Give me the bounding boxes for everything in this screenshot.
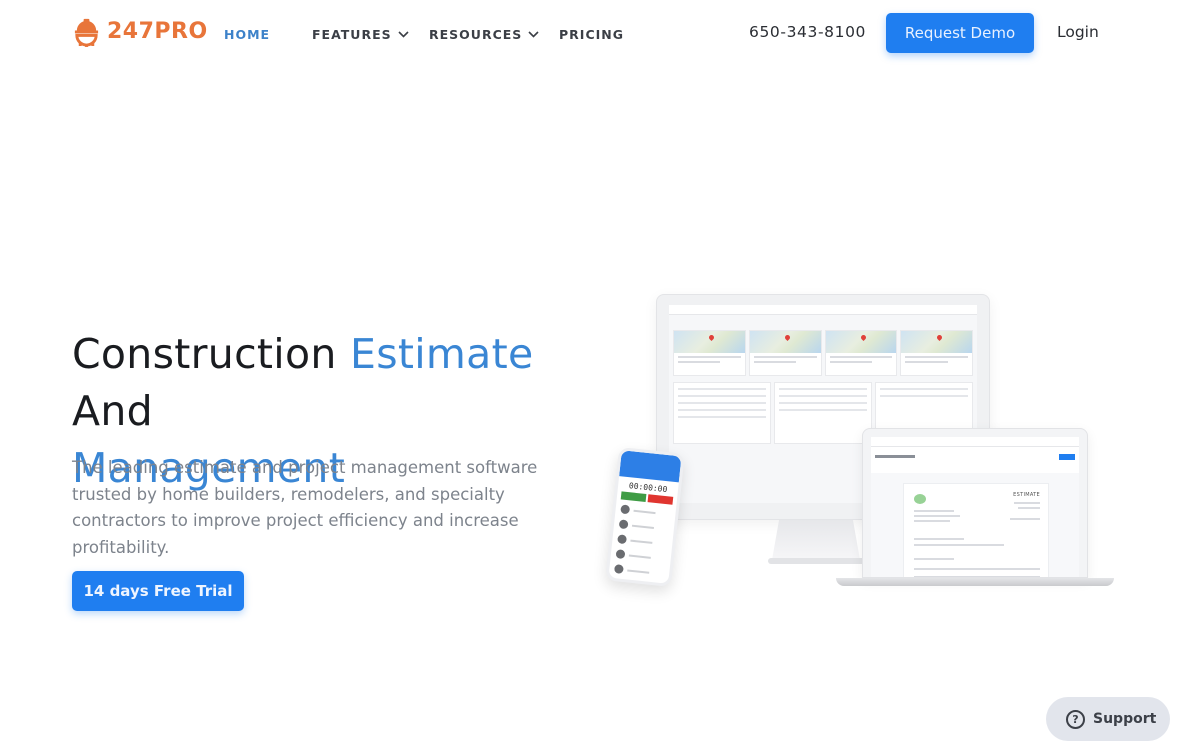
brand-name: 247PRO	[107, 19, 208, 44]
support-label: Support	[1093, 711, 1157, 727]
support-button[interactable]: ? Support	[1046, 697, 1170, 741]
question-circle-icon: ?	[1066, 709, 1085, 729]
map-pin-icon	[784, 333, 792, 342]
request-demo-button[interactable]: Request Demo	[886, 13, 1034, 53]
map-pin-icon	[935, 333, 943, 342]
laptop-mockup: ESTIMATE	[862, 428, 1088, 578]
estimate-summary-screenshot: ESTIMATE	[871, 437, 1079, 577]
brand-logo[interactable]: 247PRO	[72, 16, 208, 47]
headline-text: And	[72, 387, 153, 435]
estimate-document: ESTIMATE	[903, 483, 1049, 577]
avatar	[615, 549, 626, 560]
nav-home[interactable]: HOME	[224, 27, 270, 42]
map-pin-icon	[708, 333, 716, 342]
project-card	[748, 330, 822, 376]
nav-pricing-label: PRICING	[559, 27, 624, 42]
avatar	[613, 564, 624, 575]
headline-text: Construction	[72, 330, 350, 378]
mobile-phone-mockup: 00:00:00	[605, 446, 685, 588]
avatar	[617, 534, 627, 545]
nav-features[interactable]: FEATURES	[312, 27, 409, 42]
project-card	[900, 330, 973, 376]
chevron-down-icon	[398, 31, 409, 38]
nav-resources-label: RESOURCES	[429, 27, 523, 42]
estimate-doc-title: ESTIMATE	[1013, 492, 1040, 498]
free-trial-button[interactable]: 14 days Free Trial	[72, 571, 244, 611]
monitor-base	[768, 558, 868, 564]
avatar	[620, 504, 631, 515]
login-link[interactable]: Login	[1057, 23, 1099, 41]
map-pin-icon	[859, 333, 867, 342]
nav-home-label: HOME	[224, 27, 271, 42]
project-cards	[669, 326, 977, 380]
laptop-base	[836, 578, 1114, 586]
monitor-stand	[772, 520, 860, 560]
project-card	[824, 330, 898, 376]
nav-resources[interactable]: RESOURCES	[429, 27, 539, 42]
nav-pricing[interactable]: PRICING	[559, 27, 624, 42]
product-devices-image: ESTIMATE 00:00:00	[600, 290, 1120, 600]
nav-features-label: FEATURES	[312, 27, 392, 42]
hero-subtext: The leading estimate and project managem…	[72, 458, 538, 557]
company-logo	[914, 494, 926, 504]
top-navigation: 247PRO HOME FEATURES RESOURCES PRICING 6…	[0, 0, 1190, 66]
phone-number-link[interactable]: 650-343-8100	[749, 23, 866, 41]
avatar	[618, 519, 629, 530]
chevron-down-icon	[528, 31, 539, 38]
hard-hat-gear-icon	[74, 18, 99, 47]
headline-accent: Estimate	[350, 330, 534, 378]
project-card	[673, 330, 746, 376]
